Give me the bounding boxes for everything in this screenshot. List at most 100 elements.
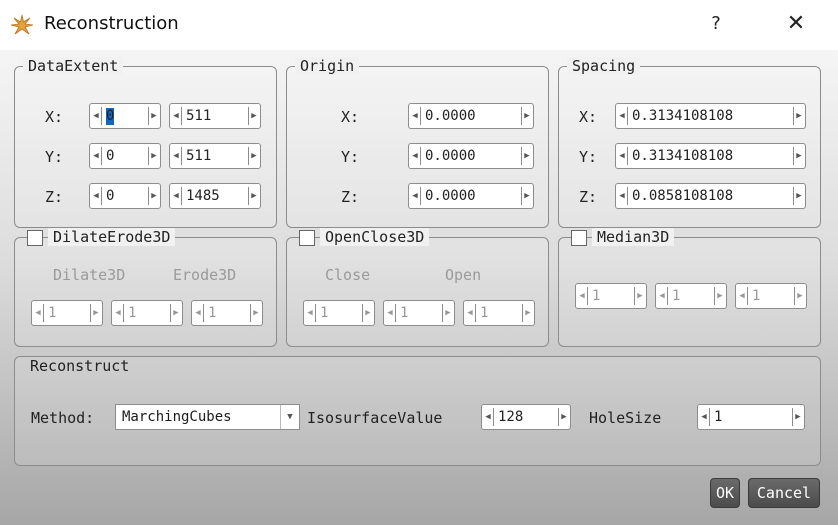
extent-y-min-spinbox[interactable]: ◀ 0 ▶ [89, 143, 161, 169]
decrement-icon[interactable]: ◀ [91, 107, 102, 125]
decrement-icon[interactable]: ◀ [171, 107, 182, 125]
open-close-spinbox-1[interactable]: ◀ 1 ▶ [303, 300, 375, 326]
increment-icon[interactable]: ▶ [148, 187, 159, 205]
median-value-1[interactable]: 1 [592, 288, 600, 305]
cancel-button[interactable]: Cancel [748, 478, 820, 508]
decrement-icon[interactable]: ◀ [33, 304, 44, 322]
decrement-icon[interactable]: ◀ [410, 107, 421, 125]
increment-icon[interactable]: ▶ [248, 147, 259, 165]
increment-icon[interactable]: ▶ [148, 107, 159, 125]
decrement-icon[interactable]: ◀ [657, 287, 668, 305]
increment-icon[interactable]: ▶ [793, 107, 804, 125]
increment-icon[interactable]: ▶ [442, 304, 453, 322]
method-combobox[interactable]: MarchingCubes ▼ [115, 404, 300, 430]
dilate-erode-value-3[interactable]: 1 [208, 305, 216, 322]
spacing-y-value[interactable]: 0.3134108108 [632, 148, 733, 165]
spacing-x-value[interactable]: 0.3134108108 [632, 108, 733, 125]
increment-icon[interactable]: ▶ [521, 187, 532, 205]
median-value-3[interactable]: 1 [752, 288, 760, 305]
origin-x-value[interactable]: 0.0000 [425, 108, 476, 125]
increment-icon[interactable]: ▶ [90, 304, 101, 322]
open-close-value-3[interactable]: 1 [480, 305, 488, 322]
decrement-icon[interactable]: ◀ [465, 304, 476, 322]
increment-icon[interactable]: ▶ [634, 287, 645, 305]
decrement-icon[interactable]: ◀ [410, 147, 421, 165]
median-value-2[interactable]: 1 [672, 288, 680, 305]
increment-icon[interactable]: ▶ [148, 147, 159, 165]
decrement-icon[interactable]: ◀ [171, 187, 182, 205]
decrement-icon[interactable]: ◀ [410, 187, 421, 205]
increment-icon[interactable]: ▶ [250, 304, 261, 322]
decrement-icon[interactable]: ◀ [91, 187, 102, 205]
close-button[interactable]: ✕ [780, 10, 812, 38]
increment-icon[interactable]: ▶ [793, 147, 804, 165]
spacing-x-spinbox[interactable]: ◀ 0.3134108108 ▶ [615, 103, 806, 129]
dilate-erode-value-1[interactable]: 1 [48, 305, 56, 322]
hole-size-value[interactable]: 1 [714, 409, 722, 426]
extent-z-min-value[interactable]: 0 [106, 188, 114, 205]
open-close-checkbox[interactable] [299, 230, 315, 246]
open-close-spinbox-2[interactable]: ◀ 1 ▶ [383, 300, 455, 326]
dilate-erode-spinbox-2[interactable]: ◀ 1 ▶ [111, 300, 183, 326]
spacing-z-value[interactable]: 0.0858108108 [632, 188, 733, 205]
increment-icon[interactable]: ▶ [521, 147, 532, 165]
chevron-down-icon[interactable]: ▼ [280, 405, 299, 429]
dilate-erode-spinbox-3[interactable]: ◀ 1 ▶ [191, 300, 263, 326]
increment-icon[interactable]: ▶ [558, 408, 569, 426]
increment-icon[interactable]: ▶ [522, 304, 533, 322]
origin-z-spinbox[interactable]: ◀ 0.0000 ▶ [408, 183, 534, 209]
extent-x-max-spinbox[interactable]: ◀ 511 ▶ [169, 103, 261, 129]
extent-x-min-value[interactable]: 0 [106, 108, 115, 125]
extent-y-max-spinbox[interactable]: ◀ 511 ▶ [169, 143, 261, 169]
extent-x-min-spinbox[interactable]: ◀ 0 ▶ [89, 103, 161, 129]
spacing-y-spinbox[interactable]: ◀ 0.3134108108 ▶ [615, 143, 806, 169]
extent-y-min-value[interactable]: 0 [106, 148, 114, 165]
increment-icon[interactable]: ▶ [248, 187, 259, 205]
decrement-icon[interactable]: ◀ [699, 408, 710, 426]
decrement-icon[interactable]: ◀ [617, 187, 628, 205]
increment-icon[interactable]: ▶ [794, 287, 805, 305]
dilate-erode-value-2[interactable]: 1 [128, 305, 136, 322]
decrement-icon[interactable]: ◀ [385, 304, 396, 322]
median-checkbox[interactable] [571, 230, 587, 246]
decrement-icon[interactable]: ◀ [171, 147, 182, 165]
origin-y-spinbox[interactable]: ◀ 0.0000 ▶ [408, 143, 534, 169]
extent-y-max-value[interactable]: 511 [186, 148, 211, 165]
method-value[interactable]: MarchingCubes [122, 409, 232, 426]
median-spinbox-3[interactable]: ◀ 1 ▶ [735, 283, 807, 309]
decrement-icon[interactable]: ◀ [91, 147, 102, 165]
decrement-icon[interactable]: ◀ [483, 408, 494, 426]
median-spinbox-1[interactable]: ◀ 1 ▶ [575, 283, 647, 309]
open-close-value-2[interactable]: 1 [400, 305, 408, 322]
origin-y-value[interactable]: 0.0000 [425, 148, 476, 165]
extent-z-max-value[interactable]: 1485 [186, 188, 220, 205]
decrement-icon[interactable]: ◀ [305, 304, 316, 322]
decrement-icon[interactable]: ◀ [577, 287, 588, 305]
increment-icon[interactable]: ▶ [521, 107, 532, 125]
origin-z-value[interactable]: 0.0000 [425, 188, 476, 205]
help-button[interactable]: ? [700, 10, 732, 38]
isosurface-value[interactable]: 128 [498, 409, 523, 426]
open-close-spinbox-3[interactable]: ◀ 1 ▶ [463, 300, 535, 326]
dilate-erode-checkbox[interactable] [27, 230, 43, 246]
median-spinbox-2[interactable]: ◀ 1 ▶ [655, 283, 727, 309]
increment-icon[interactable]: ▶ [714, 287, 725, 305]
decrement-icon[interactable]: ◀ [617, 147, 628, 165]
increment-icon[interactable]: ▶ [170, 304, 181, 322]
increment-icon[interactable]: ▶ [793, 187, 804, 205]
increment-icon[interactable]: ▶ [792, 408, 803, 426]
origin-x-spinbox[interactable]: ◀ 0.0000 ▶ [408, 103, 534, 129]
decrement-icon[interactable]: ◀ [113, 304, 124, 322]
isosurface-spinbox[interactable]: ◀ 128 ▶ [481, 404, 571, 430]
ok-button[interactable]: OK [710, 478, 740, 508]
extent-z-max-spinbox[interactable]: ◀ 1485 ▶ [169, 183, 261, 209]
decrement-icon[interactable]: ◀ [193, 304, 204, 322]
decrement-icon[interactable]: ◀ [737, 287, 748, 305]
extent-z-min-spinbox[interactable]: ◀ 0 ▶ [89, 183, 161, 209]
decrement-icon[interactable]: ◀ [617, 107, 628, 125]
hole-size-spinbox[interactable]: ◀ 1 ▶ [697, 404, 805, 430]
extent-x-max-value[interactable]: 511 [186, 108, 211, 125]
dilate-erode-spinbox-1[interactable]: ◀ 1 ▶ [31, 300, 103, 326]
increment-icon[interactable]: ▶ [248, 107, 259, 125]
open-close-value-1[interactable]: 1 [320, 305, 328, 322]
